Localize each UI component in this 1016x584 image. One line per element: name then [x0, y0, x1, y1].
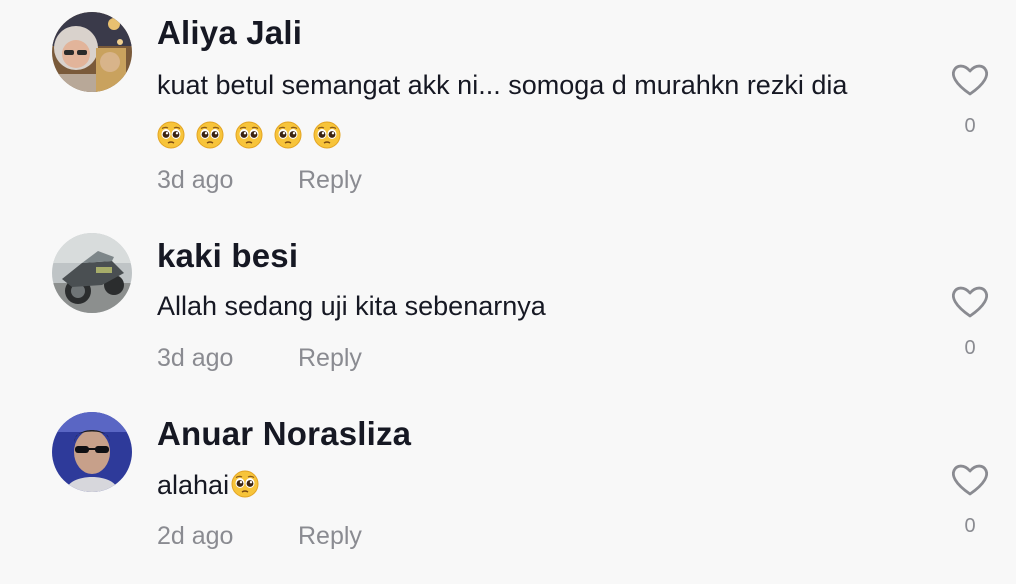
comment-username[interactable]: Aliya Jali	[157, 14, 302, 52]
avatar-image	[52, 412, 132, 492]
avatar[interactable]	[52, 12, 132, 92]
heart-outline-icon	[952, 64, 988, 96]
pleading-face-emoji-icon	[274, 121, 302, 149]
comment-item: kaki besi Allah sedang uji kita sebenarn…	[0, 200, 1016, 390]
like-button[interactable]	[950, 284, 990, 320]
heart-outline-icon	[952, 464, 988, 496]
like-count: 0	[964, 515, 976, 537]
reply-button[interactable]: Reply	[298, 344, 362, 373]
pleading-face-emoji-icon	[157, 121, 185, 149]
reply-button[interactable]: Reply	[298, 166, 362, 195]
comment-item: Anuar Norasliza alahai 2d ago Reply 0	[0, 390, 1016, 584]
avatar[interactable]	[52, 412, 132, 492]
like-button[interactable]	[950, 62, 990, 98]
comment-text: alahai	[157, 463, 927, 507]
comment-text: kuat betul semangat akk ni... somoga d m…	[157, 63, 927, 155]
comment-item: Aliya Jali kuat betul semangat akk ni...…	[0, 0, 1016, 200]
like-button[interactable]	[950, 462, 990, 498]
avatar[interactable]	[52, 233, 132, 313]
comment-timestamp: 3d ago	[157, 166, 234, 194]
heart-outline-icon	[952, 286, 988, 318]
comment-username[interactable]: Anuar Norasliza	[157, 415, 411, 453]
comment-text-content: Allah sedang uji kita sebenarnya	[157, 291, 546, 321]
comment-timestamp: 3d ago	[157, 344, 234, 372]
comment-text: Allah sedang uji kita sebenarnya	[157, 284, 927, 328]
avatar-image	[52, 233, 132, 313]
comment-username[interactable]: kaki besi	[157, 237, 298, 275]
like-count: 0	[964, 115, 976, 137]
pleading-face-emoji-icon	[231, 470, 259, 498]
like-count: 0	[964, 337, 976, 359]
reply-button[interactable]: Reply	[298, 522, 362, 551]
comment-timestamp: 2d ago	[157, 522, 234, 550]
comment-text-content: alahai	[157, 470, 230, 500]
comment-text-content: kuat betul semangat akk ni... somoga d m…	[157, 70, 848, 100]
pleading-face-emoji-icon	[196, 121, 224, 149]
pleading-face-emoji-icon	[235, 121, 263, 149]
emoji-group	[157, 111, 352, 155]
avatar-image	[52, 12, 132, 92]
pleading-face-emoji-icon	[313, 121, 341, 149]
